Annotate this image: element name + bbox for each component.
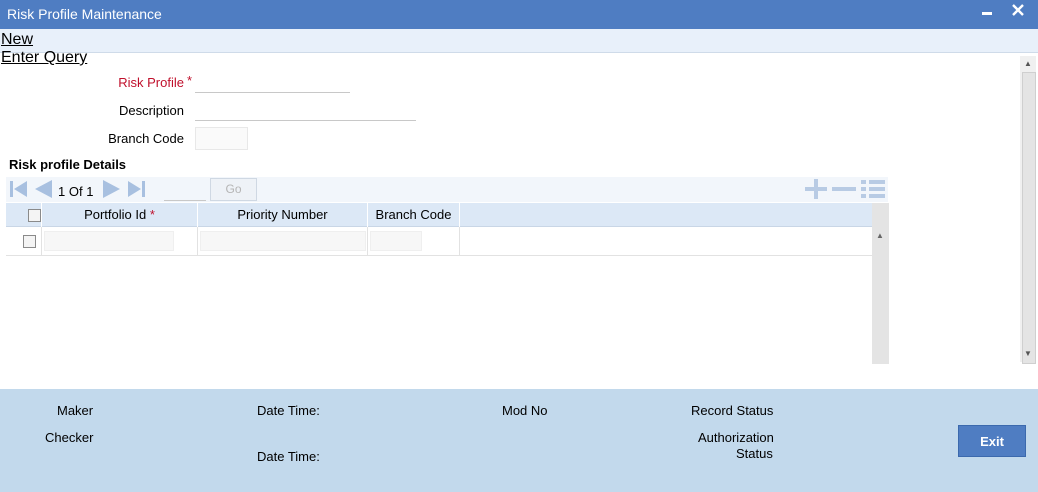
last-page-icon[interactable] — [125, 177, 147, 201]
column-header-portfolio-id[interactable]: Portfolio Id * — [42, 203, 198, 227]
checker-label: Checker — [45, 430, 94, 445]
required-marker: * — [149, 207, 155, 222]
minimize-icon[interactable] — [977, 3, 997, 23]
priority-number-cell — [198, 227, 368, 256]
description-label: Description — [118, 103, 184, 118]
required-marker: * — [187, 73, 193, 88]
portfolio-id-input[interactable] — [44, 231, 174, 251]
scroll-up-icon[interactable]: ▲ — [1024, 59, 1032, 68]
title-bar: Risk Profile Maintenance — [0, 0, 1038, 29]
go-button[interactable]: Go — [210, 178, 257, 201]
total-pages: 1 — [86, 184, 94, 199]
maker-date-time-label: Date Time: — [257, 403, 320, 418]
column-label: Priority Number — [237, 207, 328, 222]
scroll-up-icon[interactable]: ▲ — [876, 231, 884, 240]
mod-no-label: Mod No — [502, 403, 548, 418]
risk-profile-window: Risk Profile Maintenance New Enter Query… — [0, 0, 1038, 492]
grid-toolbar — [6, 177, 888, 202]
first-page-icon[interactable] — [8, 177, 30, 201]
next-page-icon[interactable] — [101, 177, 123, 201]
enter-query-link[interactable]: Enter Query — [1, 49, 87, 67]
branch-code-cell — [368, 227, 460, 256]
exit-button[interactable]: Exit — [958, 425, 1026, 457]
row-select-cell — [6, 227, 42, 256]
section-title: Risk profile Details — [9, 157, 127, 172]
window-title: Risk Profile Maintenance — [7, 6, 162, 22]
select-all-cell — [6, 203, 42, 227]
risk-profile-input[interactable] — [195, 73, 350, 93]
single-view-icon[interactable] — [860, 179, 886, 202]
delete-row-icon[interactable] — [831, 179, 857, 202]
description-input[interactable] — [195, 101, 416, 121]
select-all-checkbox[interactable] — [28, 209, 41, 222]
page-number-input[interactable] — [164, 180, 206, 201]
row-branch-code-input[interactable] — [370, 231, 422, 251]
add-row-icon[interactable] — [803, 179, 829, 202]
authorization-label: Authorization — [698, 430, 774, 445]
scrollbar-thumb[interactable] — [1022, 72, 1036, 364]
new-link[interactable]: New — [1, 31, 33, 49]
priority-number-input[interactable] — [200, 231, 366, 251]
column-header-branch-code[interactable]: Branch Code — [368, 203, 460, 227]
row-checkbox[interactable] — [23, 235, 36, 248]
column-label: Portfolio Id — [84, 207, 147, 222]
checker-date-time-label: Date Time: — [257, 449, 320, 464]
column-header-priority-number[interactable]: Priority Number — [198, 203, 368, 227]
close-icon[interactable] — [1008, 0, 1028, 20]
of-label: Of — [68, 184, 83, 199]
scroll-down-icon[interactable]: ▼ — [1024, 349, 1032, 358]
branch-code-input[interactable] — [195, 127, 248, 150]
page-info: 1 Of 1 — [58, 184, 93, 199]
grid-header: Portfolio Id * Priority Number Branch Co… — [6, 203, 872, 227]
prev-page-icon[interactable] — [32, 177, 54, 201]
maker-label: Maker — [57, 403, 94, 418]
risk-profile-label: Risk Profile — [100, 75, 184, 90]
risk-profile-label-text: Risk Profile — [118, 75, 184, 90]
table-row — [6, 227, 872, 256]
portfolio-id-cell — [42, 227, 198, 256]
record-status-label: Record Status — [691, 403, 774, 418]
branch-code-label: Branch Code — [108, 131, 184, 146]
authorization-status-label: Status — [736, 446, 773, 461]
page-scrollbar[interactable]: ▲ ▼ — [1020, 56, 1036, 364]
current-page: 1 — [58, 184, 66, 199]
column-label: Branch Code — [375, 207, 452, 222]
menu-bar — [0, 29, 1038, 53]
grid-scrollbar[interactable]: ▲ — [872, 203, 889, 364]
